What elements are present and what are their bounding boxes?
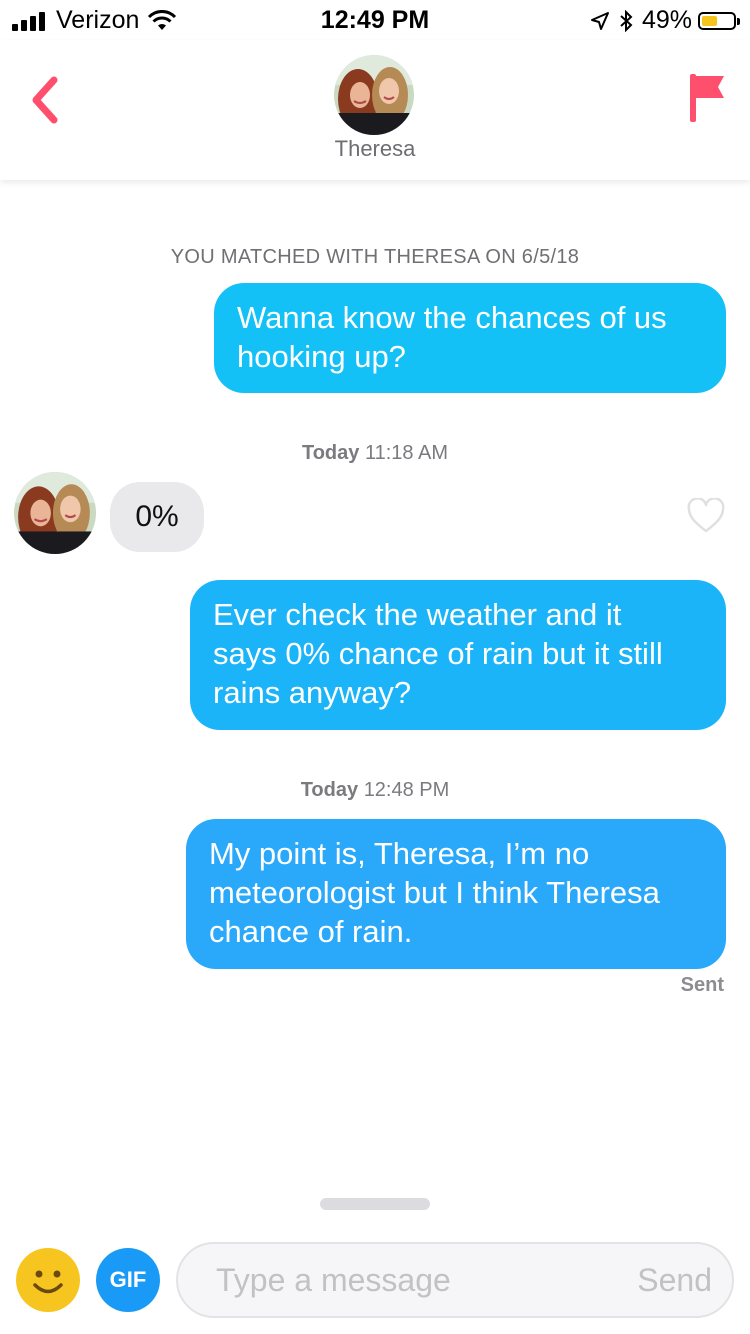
message-timestamp: Today 11:18 AM [0,442,750,465]
gif-button[interactable]: GIF [96,1248,160,1312]
sender-avatar[interactable] [14,472,96,554]
send-button[interactable]: Send [637,1244,712,1316]
timestamp-time: 12:48 PM [363,779,450,801]
message-line: chance of rain. [209,914,413,949]
outgoing-message[interactable]: My point is, Theresa, I’m no meteorologi… [186,819,726,969]
contact-avatar[interactable] [334,55,414,135]
message-timestamp: Today 12:48 PM [0,779,750,802]
profile-photo [14,472,96,554]
timestamp-day: Today [301,442,360,464]
heart-icon[interactable] [686,497,726,534]
message-line: Ever check the weather and it [213,597,622,632]
timestamp-day: Today [300,779,359,801]
timestamp-time: 11:18 AM [364,442,448,464]
bluetooth-icon [620,9,633,32]
battery-icon [698,11,740,30]
emoji-button[interactable] [16,1248,80,1312]
back-button[interactable] [22,70,72,130]
message-line: says 0% chance of rain but it still [213,636,663,671]
status-bar: Verizon 12:49 PM 49% [0,0,750,40]
report-button[interactable] [684,70,728,126]
battery-level [702,15,717,26]
message-line: My point is, Theresa, I’m no [209,836,590,871]
location-arrow-icon [590,11,609,30]
outgoing-message[interactable]: Wanna know the chances of us hooking up? [214,283,726,393]
message-line: rains anyway? [213,675,412,710]
outgoing-message[interactable]: Ever check the weather and it says 0% ch… [190,580,726,730]
delivery-status: Sent [680,974,724,996]
smiley-icon [33,1270,63,1294]
message-line: meteorologist but I think Theresa [209,875,660,910]
flag-icon [690,74,724,122]
message-line: hooking up? [237,339,406,374]
message-line: Wanna know the chances of us [237,300,667,335]
compose-bar: Send [176,1242,734,1318]
profile-photo [334,55,414,135]
chevron-left-icon [32,76,58,124]
scroll-handle[interactable] [320,1198,430,1210]
status-right: 49% [590,6,740,35]
battery-percent: 49% [641,6,692,34]
incoming-message[interactable]: 0% [110,482,204,552]
match-note: YOU MATCHED WITH THERESA ON 6/5/18 [170,246,580,268]
chat-header: Theresa [0,40,750,180]
contact-name: Theresa [334,136,416,161]
message-input[interactable] [216,1244,596,1316]
